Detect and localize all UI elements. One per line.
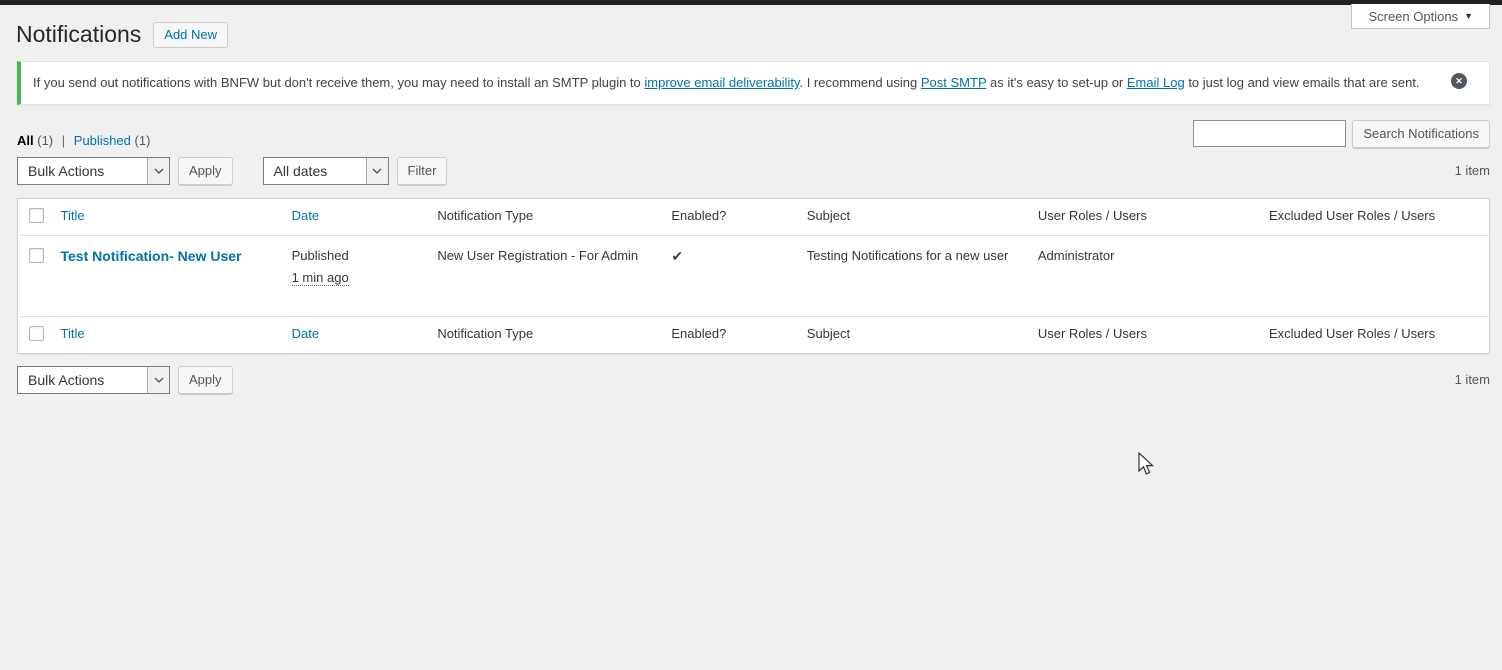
filter-separator: |: [62, 133, 65, 148]
search-notifications-button[interactable]: Search Notifications: [1352, 120, 1490, 148]
filter-published-link[interactable]: Published: [74, 133, 131, 148]
notice-banner: If you send out notifications with BNFW …: [17, 61, 1490, 105]
bulk-actions-select[interactable]: Bulk Actions: [17, 366, 170, 394]
apply-button[interactable]: Apply: [178, 366, 233, 394]
search-input[interactable]: [1193, 120, 1346, 147]
chevron-down-icon: ▼: [1464, 11, 1473, 21]
page-header: Notifications Add New: [16, 20, 1490, 49]
notice-text: as it's easy to set-up or: [986, 75, 1127, 90]
page-title: Notifications: [16, 20, 141, 49]
column-header-roles: User Roles / Users: [1028, 198, 1259, 235]
sort-title-header[interactable]: Title: [61, 326, 85, 341]
admin-bar: [0, 0, 1502, 5]
date-filter-select[interactable]: All dates: [263, 157, 389, 185]
filter-and-search-row: All (1) | Published (1) Search Notificat…: [17, 120, 1490, 148]
chevron-down-icon: [147, 367, 169, 393]
column-header-excluded: Excluded User Roles / Users: [1259, 198, 1490, 235]
excluded-roles-cell: [1259, 235, 1490, 316]
chevron-down-icon: [366, 158, 388, 184]
select-all-checkbox[interactable]: [29, 208, 44, 223]
column-header-type: Notification Type: [427, 198, 661, 235]
user-roles-cell: Administrator: [1028, 235, 1259, 316]
mouse-cursor: [1138, 452, 1157, 478]
select-all-checkbox[interactable]: [29, 326, 44, 341]
notifications-table: Title Date Notification Type Enabled? Su…: [17, 198, 1490, 354]
table-header-row: Title Date Notification Type Enabled? Su…: [18, 198, 1490, 235]
filter-button[interactable]: Filter: [397, 157, 448, 185]
screen-options-button[interactable]: Screen Options ▼: [1351, 4, 1490, 29]
date-filter-selected-value: All dates: [264, 158, 338, 184]
bulk-actions-top: Bulk Actions Apply All dates Filter: [17, 157, 447, 185]
column-header-subject: Subject: [797, 198, 1028, 235]
column-header-roles: User Roles / Users: [1028, 316, 1259, 353]
notification-type-cell: New User Registration - For Admin: [427, 235, 661, 316]
filter-all-link[interactable]: All: [17, 133, 34, 148]
date-relative: 1 min ago: [292, 270, 349, 286]
column-header-enabled: Enabled?: [661, 316, 796, 353]
dismiss-notice-icon[interactable]: ✕: [1451, 73, 1467, 89]
add-new-button[interactable]: Add New: [153, 22, 228, 48]
column-header-excluded: Excluded User Roles / Users: [1259, 316, 1490, 353]
main-content: Notifications Add New If you send out no…: [0, 0, 1502, 394]
search-box: Search Notifications: [1193, 120, 1490, 148]
chevron-down-icon: [147, 158, 169, 184]
filter-published-count: (1): [135, 133, 151, 148]
table-footer-row: Title Date Notification Type Enabled? Su…: [18, 316, 1490, 353]
column-header-subject: Subject: [797, 316, 1028, 353]
bulk-actions-selected-value: Bulk Actions: [18, 367, 114, 393]
column-header-type: Notification Type: [427, 316, 661, 353]
sort-title-header[interactable]: Title: [61, 208, 85, 223]
bulk-actions-selected-value: Bulk Actions: [18, 158, 114, 184]
status-filter-links: All (1) | Published (1): [17, 133, 150, 148]
tablenav-top: Bulk Actions Apply All dates Filter 1 it…: [17, 157, 1490, 185]
filter-all-count: (1): [37, 133, 53, 148]
bulk-actions-select[interactable]: Bulk Actions: [17, 157, 170, 185]
notice-link-post-smtp[interactable]: Post SMTP: [921, 75, 987, 90]
apply-button[interactable]: Apply: [178, 157, 233, 185]
notice-link-email-log[interactable]: Email Log: [1127, 75, 1185, 90]
notice-text: to just log and view emails that are sen…: [1185, 75, 1420, 90]
sort-date-header[interactable]: Date: [292, 326, 319, 341]
screen-options-label: Screen Options: [1368, 9, 1458, 24]
bulk-actions-bottom: Bulk Actions Apply: [17, 366, 233, 394]
sort-date-header[interactable]: Date: [292, 208, 319, 223]
tablenav-bottom: Bulk Actions Apply 1 item: [17, 366, 1490, 394]
notification-title-link[interactable]: Test Notification- New User: [61, 248, 242, 264]
notice-link-deliverability[interactable]: improve email deliverability: [644, 75, 799, 90]
subject-cell: Testing Notifications for a new user: [797, 235, 1028, 316]
notice-text: If you send out notifications with BNFW …: [33, 75, 644, 90]
table-row: Test Notification- New User Published 1 …: [18, 235, 1490, 316]
item-count: 1 item: [1455, 372, 1490, 387]
row-checkbox[interactable]: [29, 248, 44, 263]
date-status: Published: [292, 248, 349, 263]
check-icon: ✔: [671, 248, 683, 264]
notice-text: . I recommend using: [799, 75, 920, 90]
column-header-enabled: Enabled?: [661, 198, 796, 235]
item-count: 1 item: [1455, 163, 1490, 178]
